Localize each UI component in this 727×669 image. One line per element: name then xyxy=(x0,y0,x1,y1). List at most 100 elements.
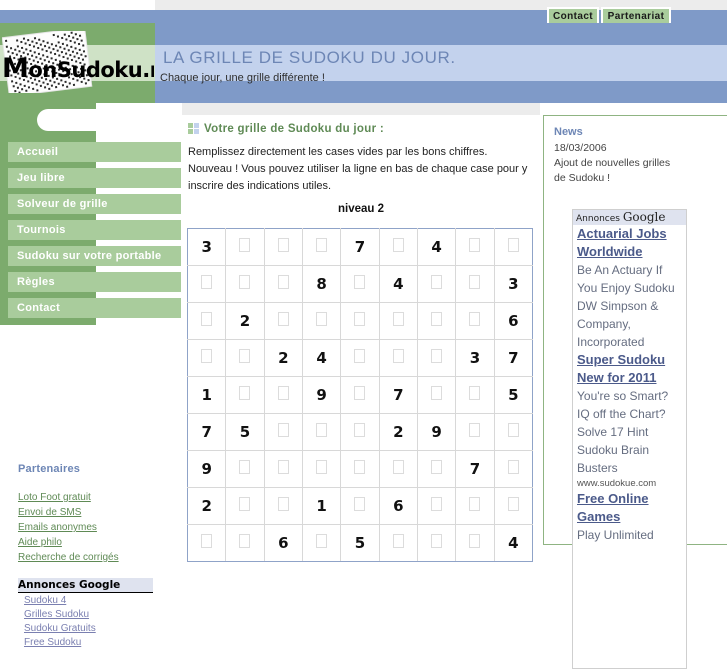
sudoku-cell-input[interactable] xyxy=(431,497,443,511)
sudoku-cell[interactable] xyxy=(416,339,457,377)
sudoku-cell[interactable] xyxy=(186,524,227,562)
sudoku-cell[interactable] xyxy=(340,265,380,303)
sudoku-cell[interactable] xyxy=(225,228,265,266)
sudoku-cell-input[interactable] xyxy=(431,312,443,326)
sudoku-cell[interactable] xyxy=(378,450,418,488)
sudoku-cell-input[interactable] xyxy=(354,460,366,474)
sidebar-item-solveur[interactable]: Solveur de grille xyxy=(8,194,181,214)
sudoku-cell[interactable] xyxy=(455,265,495,303)
sudoku-cell-input[interactable] xyxy=(507,238,519,252)
sudoku-cell-input[interactable] xyxy=(316,534,328,548)
sudoku-cell-input[interactable] xyxy=(316,238,328,252)
sudoku-cell-input[interactable] xyxy=(469,312,481,326)
sudoku-cell[interactable]: 1 xyxy=(301,487,342,525)
sudoku-cell-input[interactable] xyxy=(239,497,251,511)
sudoku-cell-input[interactable] xyxy=(354,423,366,437)
sidebar-ad-link-grilles-sudoku[interactable]: Grilles Sudoku xyxy=(24,609,89,620)
sudoku-cell[interactable] xyxy=(263,450,303,488)
ad-title[interactable]: Free Online Games xyxy=(573,490,686,526)
sudoku-cell-input[interactable] xyxy=(507,460,519,474)
sudoku-cell-input[interactable] xyxy=(392,460,404,474)
sudoku-cell[interactable]: 9 xyxy=(301,376,342,414)
sudoku-cell[interactable] xyxy=(301,524,342,562)
sudoku-cell-input[interactable] xyxy=(392,349,404,363)
partner-link-loto-foot[interactable]: Loto Foot gratuit xyxy=(18,492,91,503)
sudoku-cell[interactable] xyxy=(493,413,534,451)
sudoku-cell[interactable]: 4 xyxy=(493,524,534,562)
sudoku-cell[interactable] xyxy=(340,413,380,451)
sudoku-cell-input[interactable] xyxy=(431,349,443,363)
sudoku-cell-input[interactable] xyxy=(201,349,213,363)
sudoku-cell[interactable]: 5 xyxy=(225,413,265,451)
sudoku-cell-input[interactable] xyxy=(239,238,251,252)
sidebar-item-regles[interactable]: Règles xyxy=(8,272,181,292)
sudoku-cell[interactable] xyxy=(493,450,534,488)
sudoku-cell-input[interactable] xyxy=(392,534,404,548)
partner-link-envoi-sms[interactable]: Envoi de SMS xyxy=(18,507,81,518)
sudoku-cell[interactable]: 4 xyxy=(416,228,457,266)
sudoku-cell[interactable] xyxy=(340,487,380,525)
sudoku-cell[interactable]: 7 xyxy=(340,228,380,266)
sudoku-cell-input[interactable] xyxy=(354,349,366,363)
sudoku-cell[interactable] xyxy=(225,376,265,414)
sudoku-cell[interactable] xyxy=(416,524,457,562)
sudoku-cell[interactable]: 4 xyxy=(301,339,342,377)
sudoku-cell[interactable]: 3 xyxy=(493,265,534,303)
sudoku-cell[interactable] xyxy=(493,228,534,266)
sudoku-cell[interactable]: 3 xyxy=(455,339,495,377)
sudoku-cell[interactable] xyxy=(225,487,265,525)
sudoku-cell-input[interactable] xyxy=(469,238,481,252)
sudoku-cell[interactable]: 3 xyxy=(186,228,227,266)
site-logo[interactable]: MonSudoku.net xyxy=(2,31,154,93)
sudoku-cell[interactable] xyxy=(225,339,265,377)
sudoku-cell-input[interactable] xyxy=(277,386,289,400)
sudoku-cell[interactable] xyxy=(301,450,342,488)
sudoku-cell[interactable]: 5 xyxy=(493,376,534,414)
sudoku-cell[interactable] xyxy=(301,413,342,451)
sudoku-cell[interactable]: 2 xyxy=(186,487,227,525)
sudoku-cell[interactable] xyxy=(455,413,495,451)
sudoku-cell[interactable] xyxy=(340,376,380,414)
sudoku-cell-input[interactable] xyxy=(316,312,328,326)
sudoku-cell[interactable]: 9 xyxy=(186,450,227,488)
sudoku-cell[interactable] xyxy=(416,376,457,414)
sudoku-cell-input[interactable] xyxy=(277,460,289,474)
sudoku-cell[interactable] xyxy=(225,524,265,562)
sudoku-cell-input[interactable] xyxy=(354,386,366,400)
sudoku-cell[interactable]: 2 xyxy=(378,413,418,451)
sudoku-cell[interactable] xyxy=(378,339,418,377)
sudoku-cell[interactable] xyxy=(263,302,303,340)
sidebar-ad-link-sudoku-gratuits[interactable]: Sudoku Gratuits xyxy=(24,623,96,634)
sudoku-cell[interactable] xyxy=(340,450,380,488)
sudoku-cell-input[interactable] xyxy=(201,312,213,326)
sudoku-cell[interactable]: 4 xyxy=(378,265,418,303)
sudoku-cell-input[interactable] xyxy=(431,275,443,289)
sidebar-ad-link-free-sudoku[interactable]: Free Sudoku xyxy=(24,637,81,648)
sidebar-ad-link-sudoku-4[interactable]: Sudoku 4 xyxy=(24,595,66,606)
sudoku-cell-input[interactable] xyxy=(277,497,289,511)
sudoku-cell-input[interactable] xyxy=(239,534,251,548)
sudoku-cell[interactable]: 9 xyxy=(416,413,457,451)
sudoku-cell-input[interactable] xyxy=(469,497,481,511)
sudoku-cell[interactable] xyxy=(455,487,495,525)
sudoku-cell-input[interactable] xyxy=(354,312,366,326)
sudoku-grid[interactable]: 3748432624371975752997216654 xyxy=(186,228,534,562)
sudoku-cell-input[interactable] xyxy=(507,423,519,437)
sudoku-cell[interactable]: 6 xyxy=(493,302,534,340)
sudoku-cell[interactable]: 2 xyxy=(225,302,265,340)
sidebar-item-contact[interactable]: Contact xyxy=(8,298,181,318)
sudoku-cell[interactable] xyxy=(186,265,227,303)
sudoku-cell[interactable] xyxy=(186,339,227,377)
partner-link-aide-philo[interactable]: Aide philo xyxy=(18,537,62,548)
sudoku-cell[interactable] xyxy=(263,413,303,451)
sudoku-cell-input[interactable] xyxy=(469,534,481,548)
sudoku-cell[interactable] xyxy=(416,450,457,488)
sudoku-cell[interactable]: 7 xyxy=(493,339,534,377)
sudoku-cell-input[interactable] xyxy=(469,423,481,437)
sudoku-cell[interactable] xyxy=(378,302,418,340)
sudoku-cell-input[interactable] xyxy=(354,275,366,289)
sudoku-cell[interactable] xyxy=(340,302,380,340)
partner-link-emails[interactable]: Emails anonymes xyxy=(18,522,97,533)
sidebar-item-jeu-libre[interactable]: Jeu libre xyxy=(8,168,181,188)
sudoku-cell-input[interactable] xyxy=(239,349,251,363)
